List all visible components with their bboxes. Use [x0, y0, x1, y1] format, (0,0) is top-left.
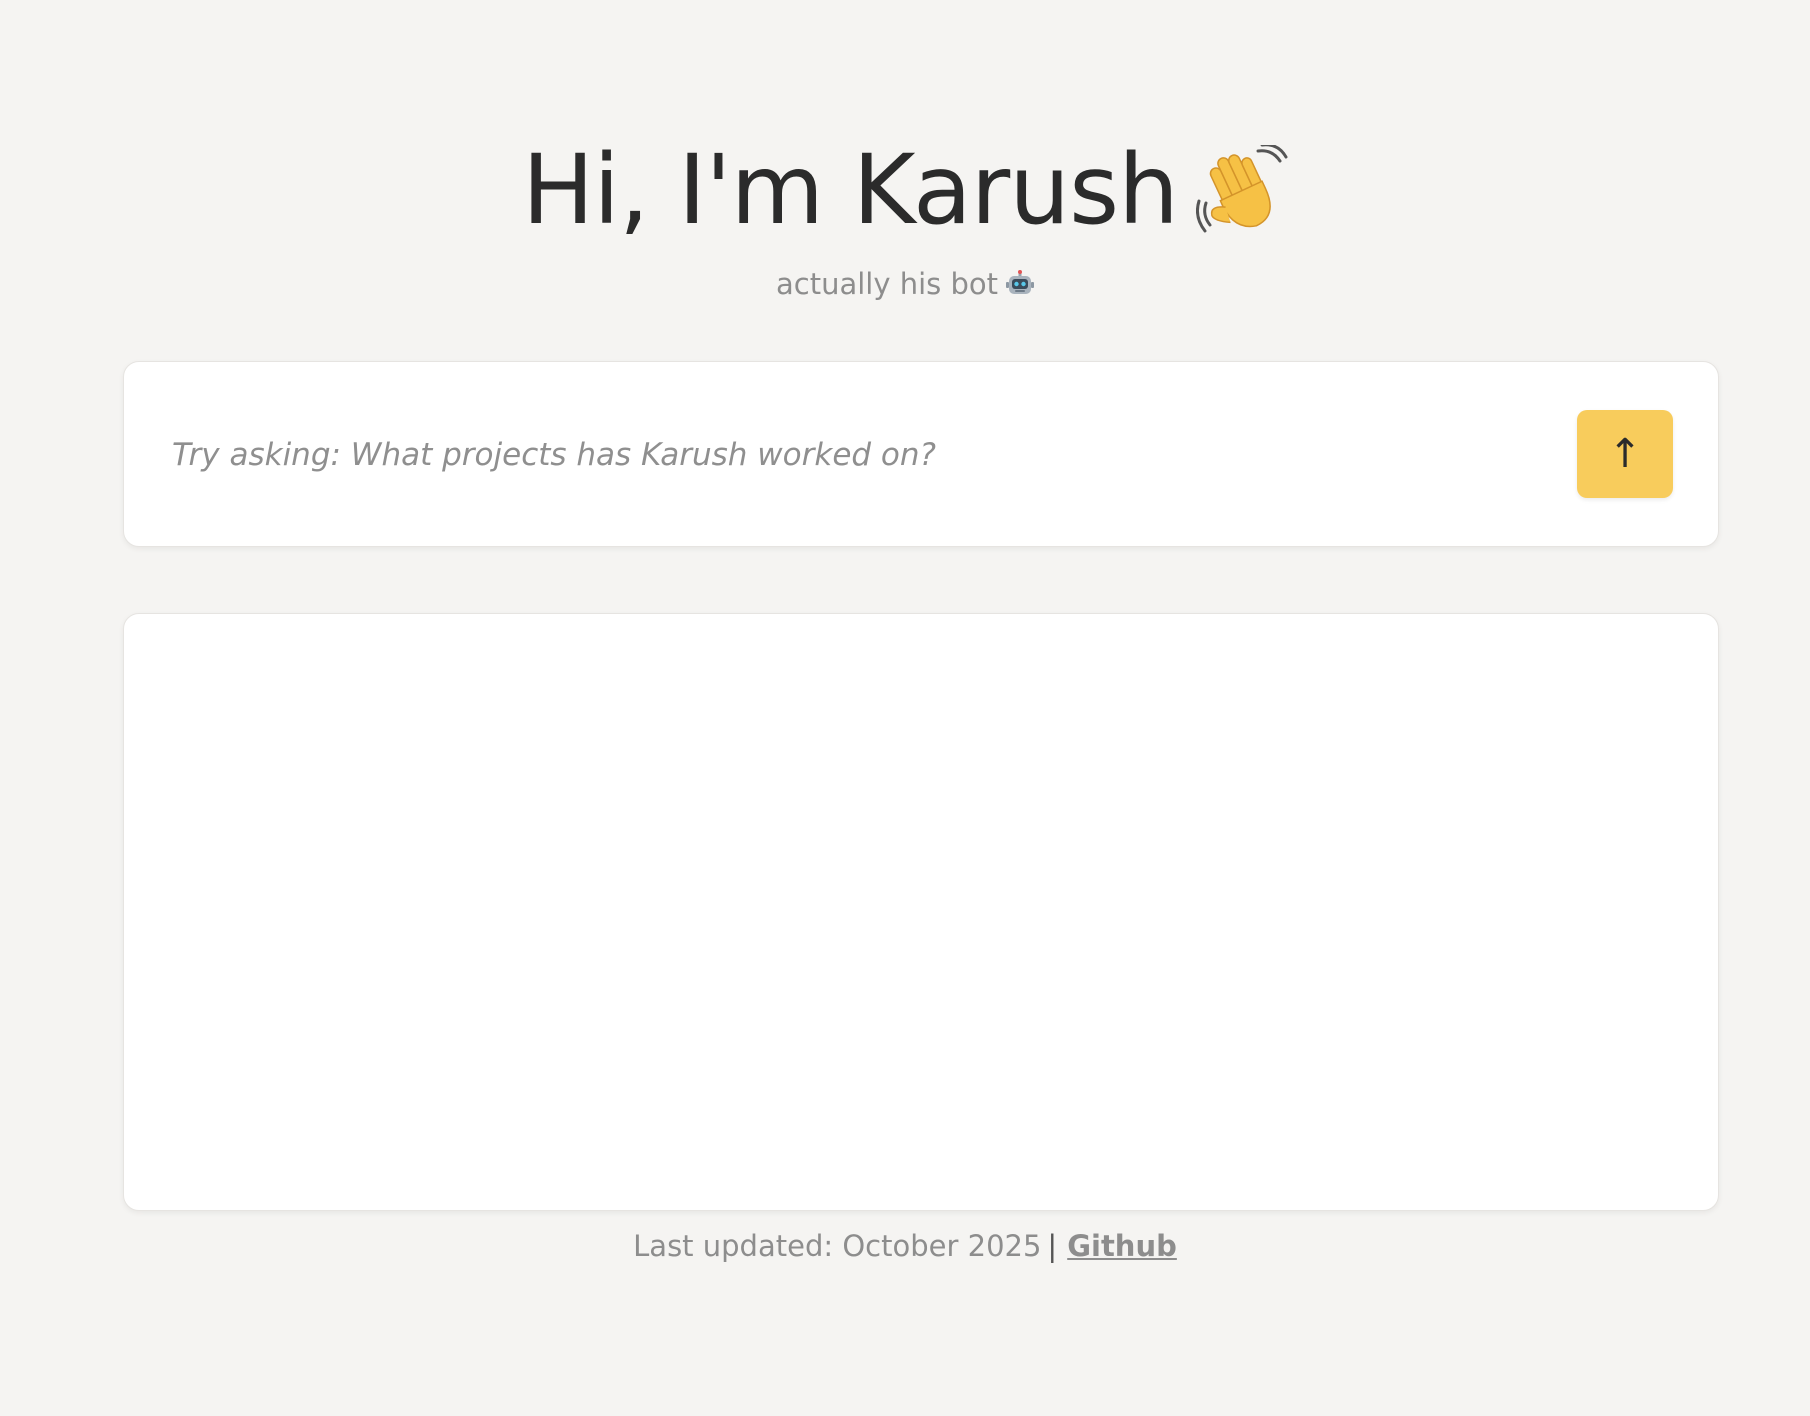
arrow-up-icon: ↑	[1608, 431, 1642, 477]
hero: Hi, I'm Karush actually his bot	[0, 130, 1810, 304]
page-title-text: Hi, I'm Karush	[522, 134, 1179, 246]
subtitle: actually his bot	[0, 264, 1810, 304]
subtitle-text: actually his bot	[775, 267, 999, 301]
send-button[interactable]: ↑	[1577, 410, 1673, 498]
footer: Last updated: October 2025 | Github	[0, 1226, 1810, 1266]
robot-icon	[1006, 270, 1035, 298]
last-updated-text: Last updated: October 2025	[633, 1229, 1042, 1263]
footer-separator: |	[1047, 1229, 1058, 1263]
waving-hand-icon	[1195, 144, 1288, 237]
page-title: Hi, I'm Karush	[0, 130, 1810, 250]
ask-input[interactable]	[172, 420, 1522, 490]
ask-card: ↑	[123, 361, 1719, 547]
github-link[interactable]: Github	[1067, 1229, 1177, 1263]
response-panel	[123, 613, 1719, 1211]
